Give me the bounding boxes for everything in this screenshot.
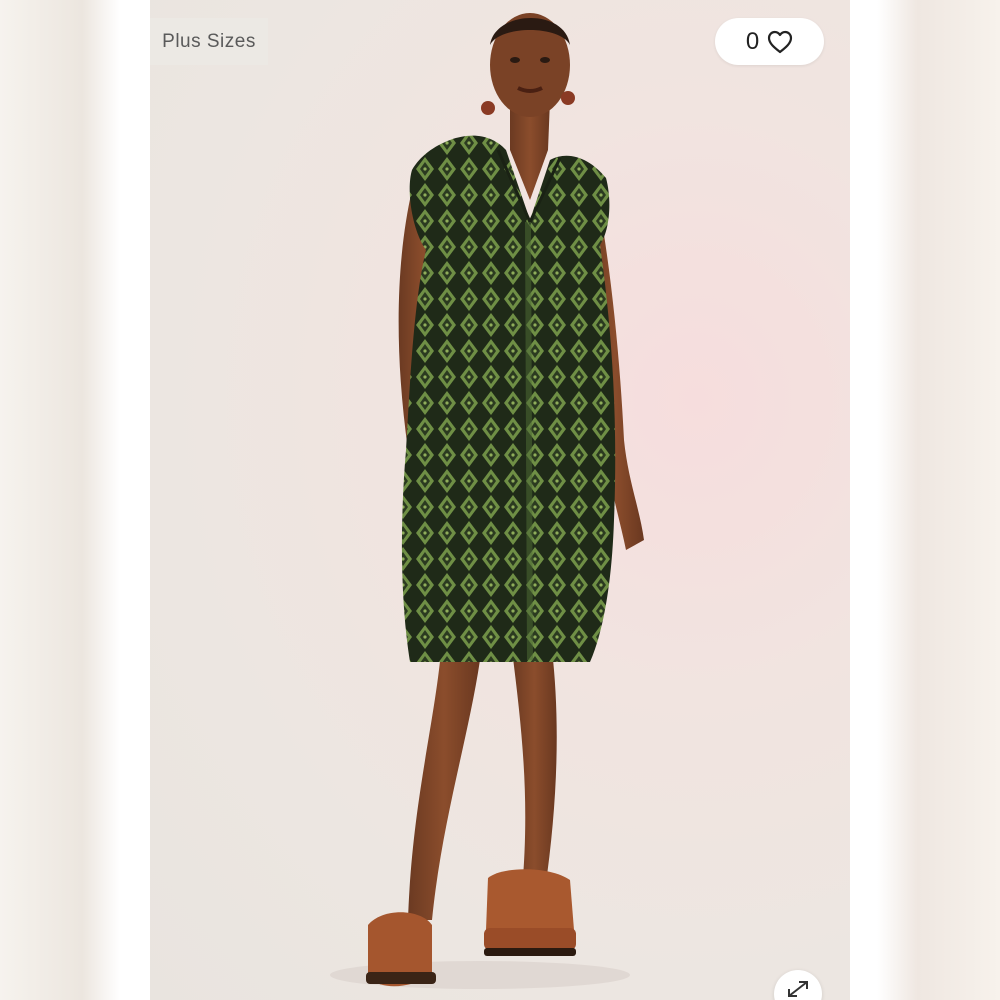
plus-sizes-badge: Plus Sizes xyxy=(150,18,268,65)
plus-sizes-label: Plus Sizes xyxy=(162,30,256,52)
expand-icon xyxy=(785,970,811,1000)
right-blur-panel xyxy=(850,0,1000,1000)
left-blur-panel xyxy=(0,0,150,1000)
product-photo[interactable]: Plus Sizes 0 xyxy=(150,0,850,1000)
model-illustration xyxy=(330,13,644,989)
heart-icon xyxy=(767,30,793,54)
like-count: 0 xyxy=(745,27,760,55)
like-button[interactable]: 0 xyxy=(715,18,824,65)
